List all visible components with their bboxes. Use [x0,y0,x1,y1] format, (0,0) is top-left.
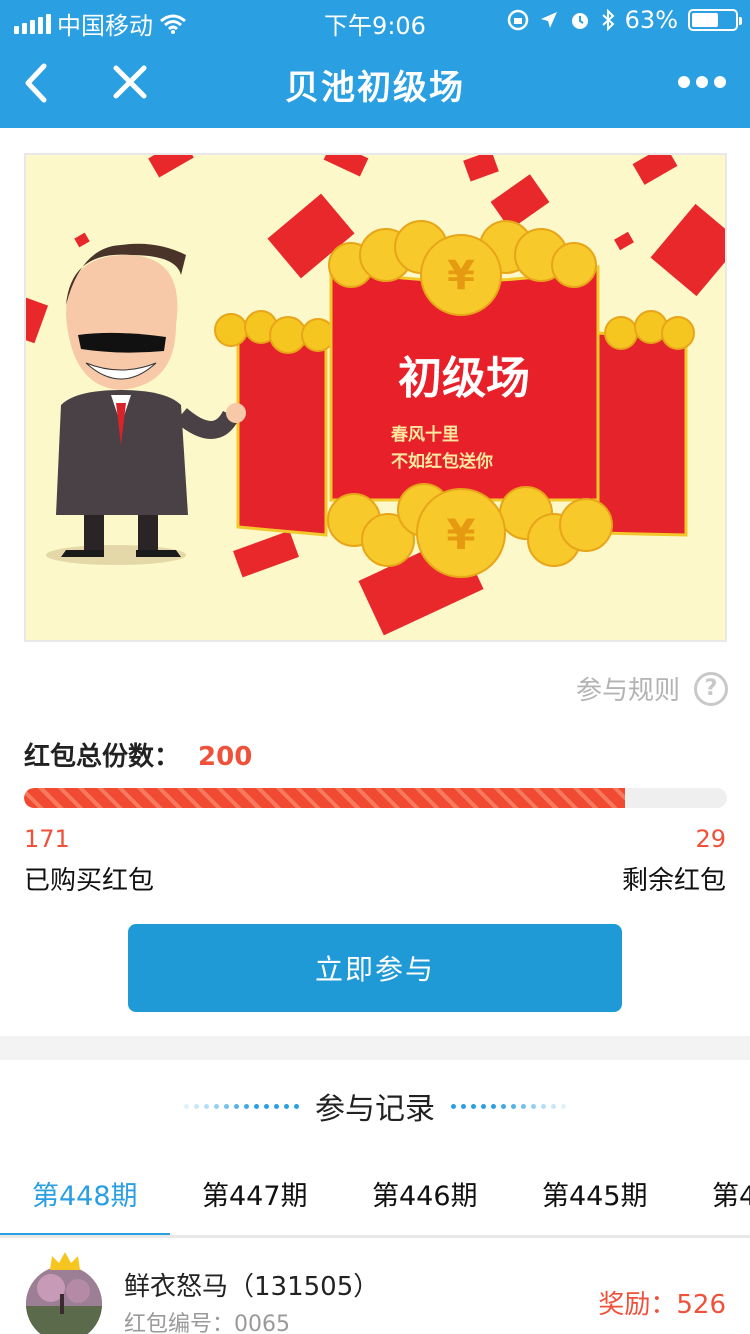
battery-percent: 63% [624,6,678,34]
remaining-label: 剩余红包 [621,866,726,896]
records-title: 参与记录 [315,1092,435,1127]
bought-label: 已购买红包 [24,866,155,896]
dots-right-icon [451,1103,566,1109]
battery-fill [692,13,719,27]
join-button[interactable]: 立即参与 [128,924,622,1012]
total-label: 红包总份数： [24,742,181,772]
packet-number: 红包编号：0065 [124,1312,290,1334]
page-title: 贝池初级场 [285,68,465,108]
status-right: 63% [507,6,742,34]
alarm-icon [571,13,588,29]
tab-period-444[interactable]: 第444期 [712,1174,750,1213]
page: 中国移动 下午9:06 63% 贝池初级场 ¥ 初级场 春风十里 不如红包送你 … [0,0,750,1334]
dots-left-icon [184,1103,299,1109]
user-name: 鲜衣怒马（131505） [124,1272,380,1302]
tab-period-445[interactable]: 第445期 [542,1174,648,1213]
tab-active-indicator [0,1233,170,1235]
more-icon[interactable] [678,76,726,88]
cartoon-man [46,243,246,565]
banner-line2: 不如红包送你 [391,451,493,472]
records-header: 参与记录 [0,1084,750,1128]
avatar [26,1266,102,1334]
orientation-lock-icon [507,9,528,31]
rules-link[interactable]: 参与规则 ? [576,670,728,707]
header: 中国移动 下午9:06 63% 贝池初级场 [0,0,750,128]
total-packets: 红包总份数： 200 [24,736,252,773]
rules-label: 参与规则 [575,676,680,706]
reward-amount: 奖励：526 [598,1290,726,1320]
nav-bar: 贝池初级场 [0,40,750,128]
remaining-count: 29 [695,825,726,853]
banner-line1: 春风十里 [391,424,459,445]
svg-text:¥: ¥ [446,510,475,559]
list-item[interactable]: 鲜衣怒马（131505） 红包编号：0065 奖励：526 [0,1244,750,1334]
svg-text:¥: ¥ [447,253,475,299]
help-icon: ? [694,671,728,706]
status-bar: 中国移动 下午9:06 63% [0,0,750,40]
bought-count: 171 [24,825,70,853]
avatar-wrap [24,1250,104,1334]
section-divider [0,1036,750,1060]
location-icon [540,12,557,28]
banner-image: ¥ 初级场 春风十里 不如红包送你 ¥ [24,153,727,642]
tab-period-446[interactable]: 第446期 [372,1174,478,1213]
crown-icon [50,1252,80,1270]
progress-fill [24,788,626,808]
tab-period-447[interactable]: 第447期 [202,1174,308,1213]
banner-title: 初级场 [398,353,530,404]
battery-icon [688,9,742,31]
progress-bar [24,788,727,808]
bluetooth-icon [601,9,615,31]
banner-illustration: ¥ 初级场 春风十里 不如红包送你 ¥ [26,155,725,636]
tab-period-448[interactable]: 第448期 [32,1174,138,1213]
period-tabs: 第448期 第447期 第446期 第445期 第444期 [0,1160,750,1238]
total-value: 200 [198,742,253,772]
